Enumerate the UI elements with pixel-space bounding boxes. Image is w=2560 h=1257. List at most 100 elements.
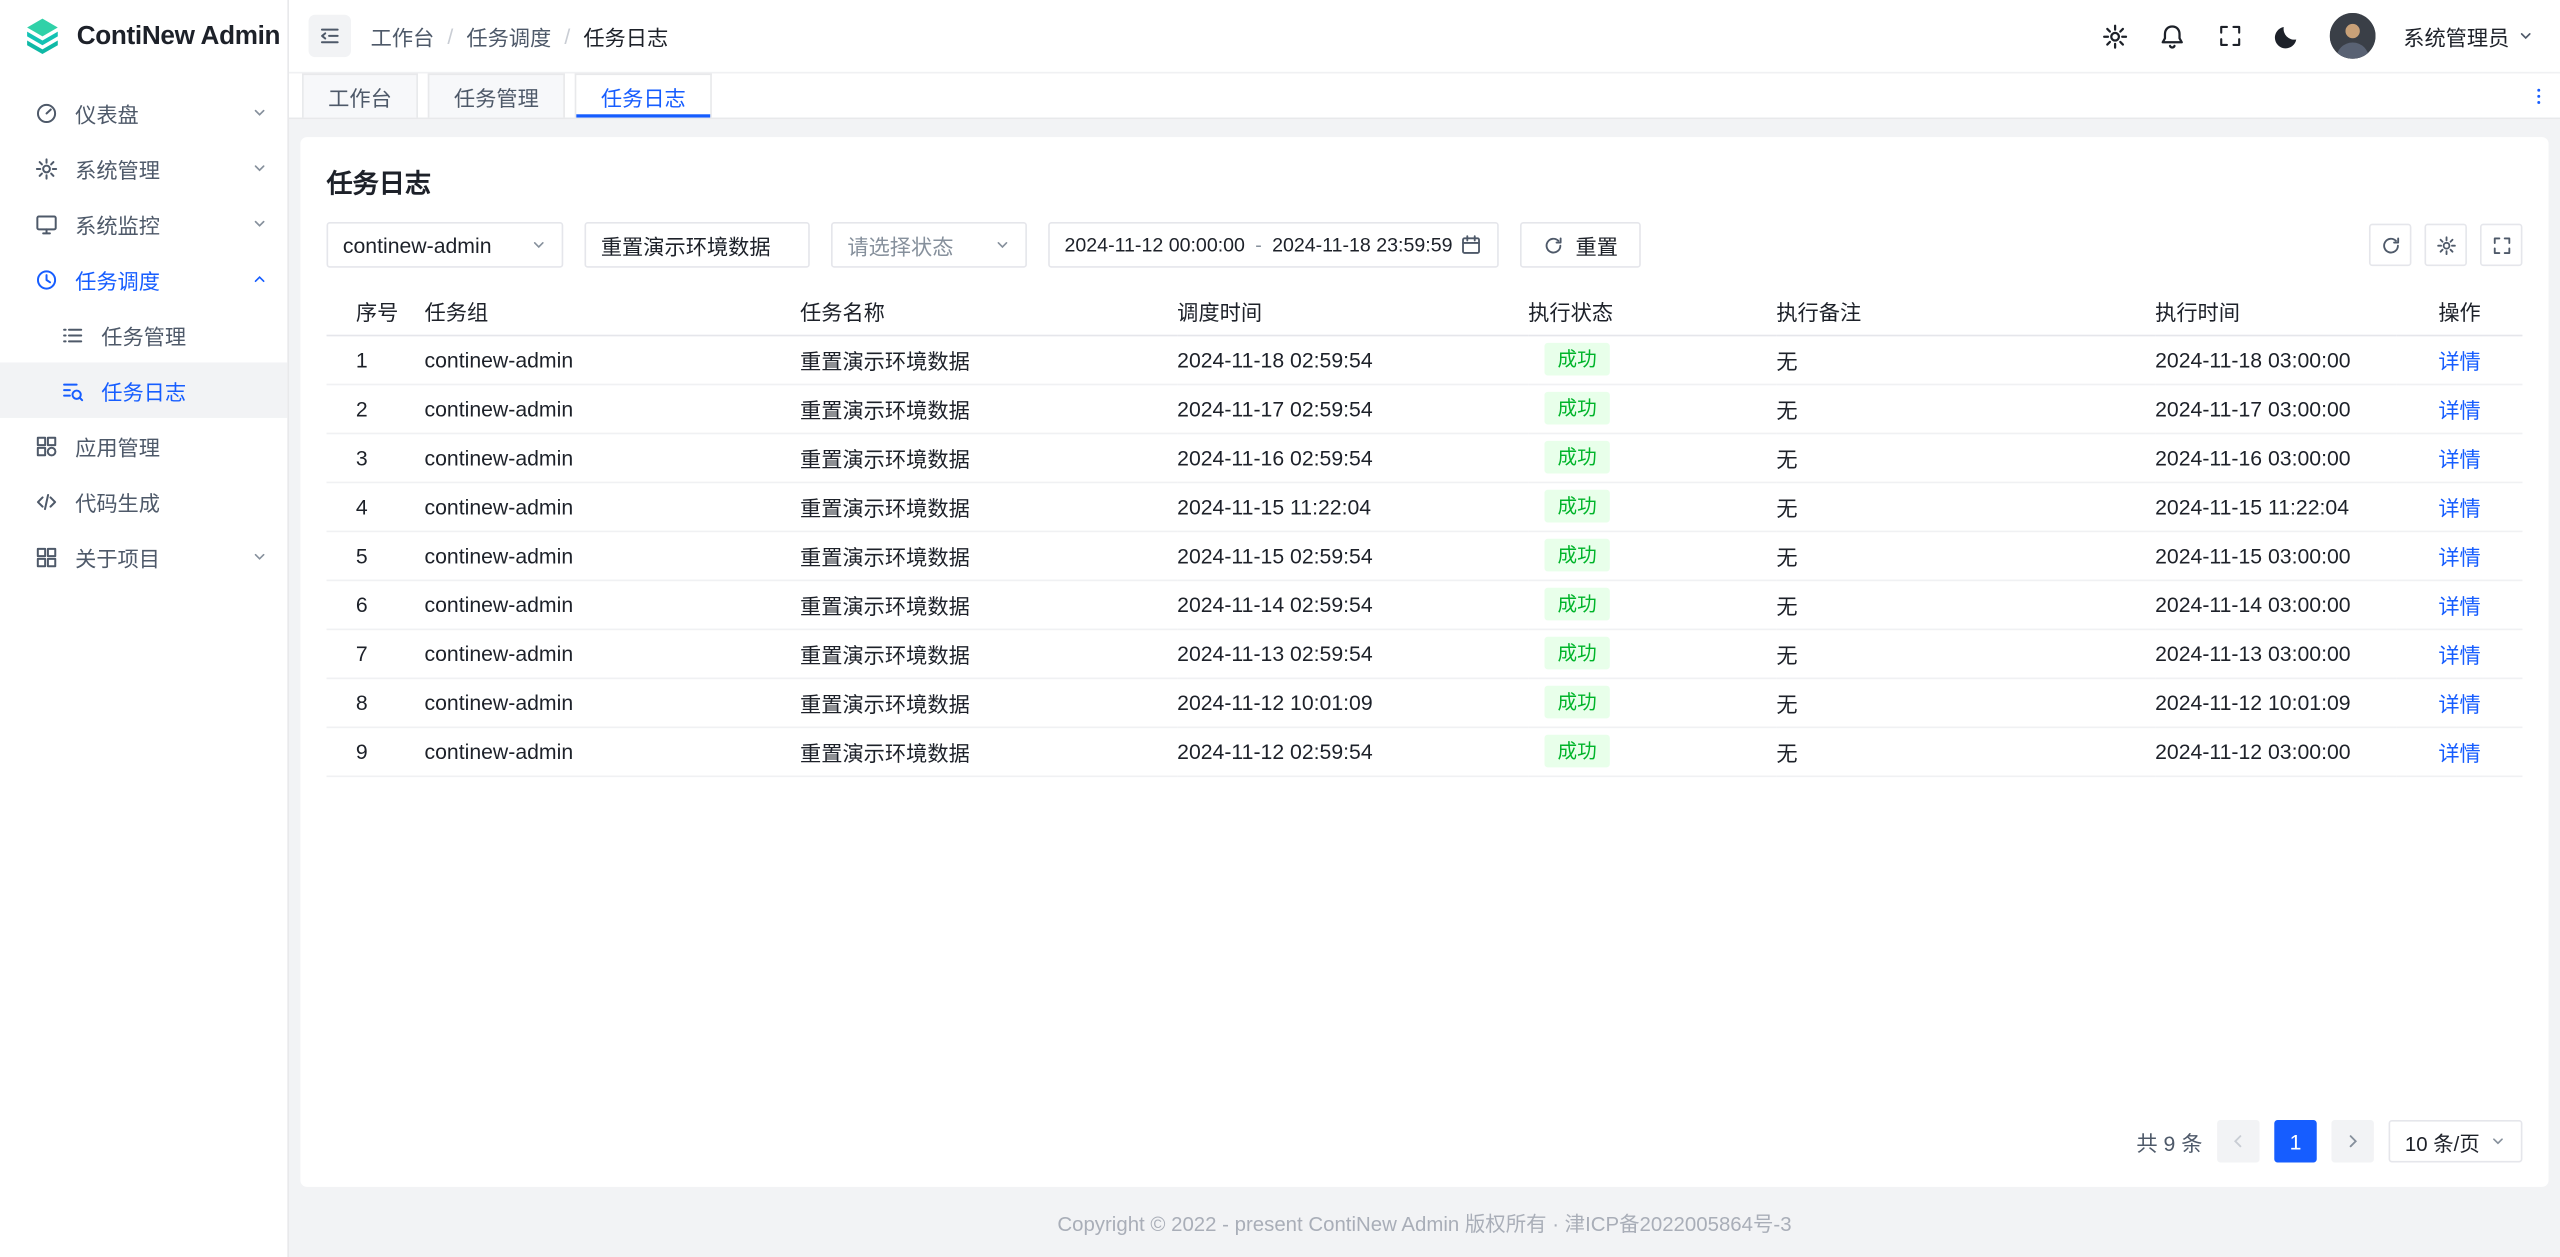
sidebar-item-dashboard[interactable]: 仪表盘 (0, 85, 287, 141)
code-generation-icon (33, 488, 59, 514)
detail-link[interactable]: 详情 (2438, 349, 2480, 373)
avatar[interactable] (2330, 13, 2376, 59)
settings-button[interactable] (2101, 21, 2130, 50)
main-area: 工作台 / 任务调度 / 任务日志 (289, 0, 2560, 1257)
topbar-actions: 系统管理员 (2101, 13, 2534, 59)
date-start: 2024-11-12 00:00:00 (1064, 233, 1244, 256)
next-page-button[interactable] (2331, 1120, 2373, 1162)
column-header-exec-time: 执行时间 (2155, 289, 2397, 335)
sidebar-item-about-project[interactable]: 关于项目 (0, 529, 287, 585)
gear-icon (2435, 234, 2456, 255)
chevron-down-icon (251, 549, 267, 565)
detail-link[interactable]: 详情 (2438, 642, 2480, 666)
detail-link[interactable]: 详情 (2438, 691, 2480, 715)
table-row: 1 continew-admin 重置演示环境数据 2024-11-18 02:… (327, 335, 2523, 384)
gear-icon (2102, 22, 2130, 50)
sidebar-collapse-button[interactable] (309, 15, 351, 57)
detail-link[interactable]: 详情 (2438, 593, 2480, 617)
dashboard-icon (33, 100, 59, 126)
breadcrumb-item[interactable]: 任务调度 (466, 20, 551, 51)
prev-page-button[interactable] (2217, 1120, 2259, 1162)
status-badge: 成功 (1544, 588, 1609, 621)
content-area: 任务日志 continew-admin 请选择状态 2024-11-12 00:… (289, 119, 2560, 1187)
notification-button[interactable] (2158, 21, 2187, 50)
table-row: 5 continew-admin 重置演示环境数据 2024-11-15 02:… (327, 531, 2523, 580)
table-row: 4 continew-admin 重置演示环境数据 2024-11-15 11:… (327, 482, 2523, 531)
task-log-icon (59, 377, 85, 403)
column-header-schedule-time: 调度时间 (1177, 289, 1528, 335)
bell-icon (2159, 22, 2187, 50)
detail-link[interactable]: 详情 (2438, 447, 2480, 471)
chevron-down-icon (251, 104, 267, 120)
chevron-right-icon (2344, 1133, 2360, 1149)
detail-link[interactable]: 详情 (2438, 740, 2480, 764)
page-button-1[interactable]: 1 (2274, 1120, 2316, 1162)
sidebar-item-app-management[interactable]: 应用管理 (0, 418, 287, 474)
sidebar: ContiNew Admin 仪表盘 系统管理 (0, 0, 289, 1257)
sidebar-item-task-management[interactable]: 任务管理 (0, 307, 287, 363)
breadcrumb-item-current: 任务日志 (583, 20, 668, 51)
total-count: 共 9 条 (2136, 1126, 2202, 1157)
user-menu[interactable]: 系统管理员 (2403, 20, 2534, 51)
tab-task-log[interactable]: 任务日志 (575, 73, 712, 117)
table-settings-button[interactable] (2424, 224, 2466, 266)
moon-icon (2273, 22, 2301, 50)
detail-link[interactable]: 详情 (2438, 496, 2480, 520)
table-row: 6 continew-admin 重置演示环境数据 2024-11-14 02:… (327, 580, 2523, 629)
status-select[interactable]: 请选择状态 (831, 222, 1027, 268)
sidebar-item-task-log[interactable]: 任务日志 (0, 362, 287, 418)
breadcrumb-item[interactable]: 工作台 (371, 20, 435, 51)
chevron-down-icon (994, 237, 1010, 253)
status-badge: 成功 (1544, 441, 1609, 474)
chevron-down-icon (531, 237, 547, 253)
breadcrumb-separator: / (447, 24, 453, 48)
task-log-table: 序号 任务组 任务名称 调度时间 执行状态 执行备注 执行时间 操作 1 (327, 289, 2523, 776)
fullscreen-button[interactable] (2215, 21, 2244, 50)
fullscreen-icon (2491, 234, 2512, 255)
task-management-icon (59, 322, 85, 348)
table-fullscreen-button[interactable] (2480, 224, 2522, 266)
sidebar-menu: 仪表盘 系统管理 系统监控 任务调 (0, 73, 287, 584)
calendar-icon (1460, 233, 1483, 256)
column-header-name: 任务名称 (800, 289, 1177, 335)
tab-workbench[interactable]: 工作台 (302, 73, 418, 117)
column-header-remark: 执行备注 (1776, 289, 2155, 335)
task-log-card: 任务日志 continew-admin 请选择状态 2024-11-12 00:… (300, 137, 2548, 1187)
user-name: 系统管理员 (2403, 20, 2509, 51)
table-row: 8 continew-admin 重置演示环境数据 2024-11-12 10:… (327, 678, 2523, 727)
filter-row: continew-admin 请选择状态 2024-11-12 00:00:00… (327, 222, 2523, 268)
date-range-picker[interactable]: 2024-11-12 00:00:00 - 2024-11-18 23:59:5… (1048, 222, 1499, 268)
status-badge: 成功 (1544, 490, 1609, 523)
chevron-down-icon (2490, 1133, 2506, 1149)
sidebar-item-code-generation[interactable]: 代码生成 (0, 473, 287, 529)
table-row: 7 continew-admin 重置演示环境数据 2024-11-13 02:… (327, 629, 2523, 678)
system-monitor-icon (33, 211, 59, 237)
task-group-select[interactable]: continew-admin (327, 222, 564, 268)
chevron-down-icon (2518, 28, 2534, 44)
table-header-row: 序号 任务组 任务名称 调度时间 执行状态 执行备注 执行时间 操作 (327, 289, 2523, 335)
theme-toggle-button[interactable] (2273, 21, 2302, 50)
chevron-down-icon (251, 216, 267, 232)
tabbar: 工作台 任务管理 任务日志 (289, 73, 2560, 119)
status-badge: 成功 (1544, 637, 1609, 670)
detail-link[interactable]: 详情 (2438, 398, 2480, 422)
breadcrumb-separator: / (564, 24, 570, 48)
app-title: ContiNew Admin (77, 22, 280, 51)
sidebar-item-system-management[interactable]: 系统管理 (0, 140, 287, 196)
table-refresh-button[interactable] (2369, 224, 2411, 266)
detail-link[interactable]: 详情 (2438, 544, 2480, 568)
breadcrumb: 工作台 / 任务调度 / 任务日志 (371, 20, 669, 51)
system-management-icon (33, 155, 59, 181)
tabs-more-button[interactable] (2518, 73, 2560, 117)
reset-button[interactable]: 重置 (1520, 222, 1641, 268)
app-management-icon (33, 433, 59, 459)
column-header-action: 操作 (2397, 289, 2523, 335)
menu-fold-icon (318, 24, 341, 47)
sidebar-item-system-monitor[interactable]: 系统监控 (0, 196, 287, 252)
page-size-select[interactable]: 10 条/页 (2389, 1120, 2523, 1162)
tab-task-management[interactable]: 任务管理 (428, 73, 565, 117)
task-name-input[interactable] (584, 222, 809, 268)
pagination: 共 9 条 1 10 条/页 (327, 1120, 2523, 1187)
logo-row: ContiNew Admin (0, 0, 287, 73)
sidebar-item-task-schedule[interactable]: 任务调度 (0, 251, 287, 307)
